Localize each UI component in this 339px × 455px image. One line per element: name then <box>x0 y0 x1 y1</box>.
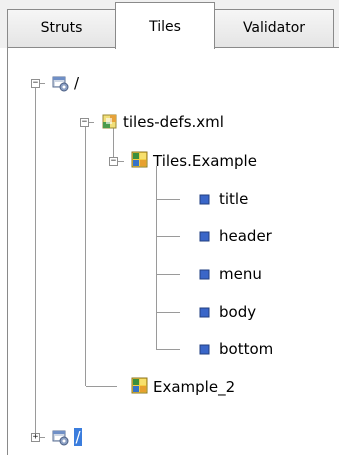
tree-node-example-2-label[interactable]: Example_2 <box>153 378 235 396</box>
tree-node-root-label[interactable]: / <box>74 74 79 92</box>
tree-node-tiles-defs-label[interactable]: tiles-defs.xml <box>123 113 224 131</box>
attribute-icon <box>196 266 213 283</box>
attribute-icon <box>196 341 213 358</box>
attribute-icon <box>196 304 213 321</box>
tab-validator[interactable]: Validator <box>214 9 334 48</box>
tree-node-attribute-header[interactable]: header <box>219 227 272 245</box>
tree-node-attribute-bottom[interactable]: bottom <box>219 340 273 358</box>
tab-struts[interactable]: Struts <box>7 9 116 48</box>
tree-line-attributes-vertical <box>156 166 157 349</box>
tree-line-bottom <box>156 349 180 350</box>
second-root-expand-toggle[interactable]: + <box>31 433 40 442</box>
tree-line-example-to-row <box>118 161 124 162</box>
tiles-example-collapse-toggle[interactable]: − <box>109 157 118 166</box>
tiles-definition-icon <box>131 151 148 168</box>
tiles-definition-icon <box>131 377 148 394</box>
tree-node-attribute-menu[interactable]: menu <box>219 265 262 283</box>
tree-line-header <box>156 236 180 237</box>
xml-file-icon <box>102 113 119 130</box>
tree-line-defs-vertical <box>85 126 86 386</box>
tree-line-root-vertical <box>35 86 36 437</box>
tiles-tree-panel: − / − tiles-defs.xml − Tiles.Example tit… <box>7 47 339 455</box>
attribute-icon <box>196 228 213 245</box>
attribute-icon <box>196 191 213 208</box>
defs-collapse-toggle[interactable]: − <box>80 118 89 127</box>
tree-node-second-root-label: / <box>75 428 81 446</box>
web-module-icon <box>52 429 69 446</box>
root-collapse-toggle[interactable]: − <box>31 79 40 88</box>
tree-line-body <box>156 312 180 313</box>
tree-node-tiles-example-label[interactable]: Tiles.Example <box>153 152 257 170</box>
selected-tree-node[interactable]: / <box>74 428 82 446</box>
tab-tiles[interactable]: Tiles <box>115 2 215 49</box>
tree-line-menu <box>156 274 180 275</box>
tab-strip: Struts Validator Tiles <box>0 0 339 49</box>
tree-node-attribute-title[interactable]: title <box>219 190 248 208</box>
tree-node-attribute-body[interactable]: body <box>219 303 256 321</box>
tree-line-example2 <box>86 386 117 387</box>
web-module-icon <box>52 75 69 92</box>
tree-line-title <box>156 199 180 200</box>
